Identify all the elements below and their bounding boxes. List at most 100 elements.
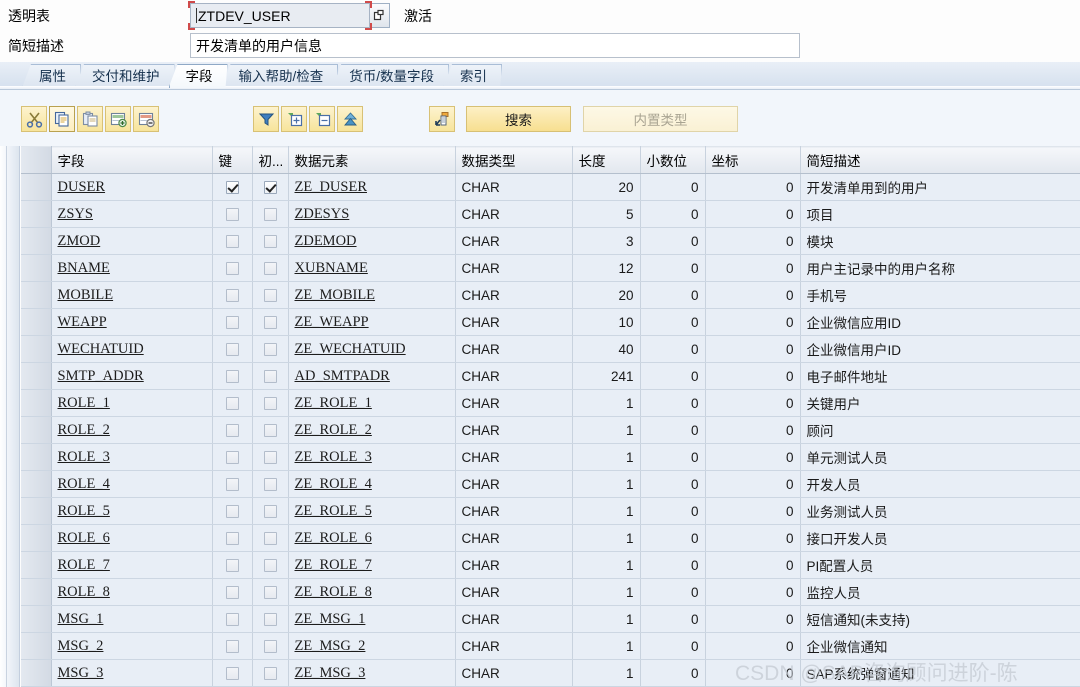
field-name-link[interactable]: ZSYS (58, 206, 93, 222)
cell-field[interactable]: MSG_2 (51, 632, 213, 660)
table-row[interactable]: ROLE_3 ZE_ROLE_3 CHAR 1 0 0 单元测试人员 (21, 443, 1080, 471)
cell-key[interactable] (212, 551, 253, 579)
cell-field[interactable]: ROLE_8 (51, 578, 213, 606)
field-name-link[interactable]: BNAME (58, 260, 110, 276)
cell-field[interactable]: MSG_3 (51, 659, 213, 687)
table-name-input[interactable]: ZTDEV_USER (188, 1, 372, 30)
cell-key[interactable] (212, 578, 253, 606)
column-header-field[interactable]: 字段 (51, 146, 213, 174)
row-selector-cell[interactable] (21, 362, 52, 390)
cell-field[interactable]: BNAME (51, 254, 213, 282)
table-row[interactable]: ROLE_5 ZE_ROLE_5 CHAR 1 0 0 业务测试人员 (21, 497, 1080, 525)
cell-dataelement[interactable]: ZE_MSG_1 (288, 605, 456, 633)
initial-value-checkbox[interactable] (263, 424, 277, 438)
cell-init[interactable] (252, 497, 289, 525)
row-selector-cell[interactable] (21, 416, 52, 444)
cell-key[interactable] (212, 362, 253, 390)
data-element-link[interactable]: XUBNAME (295, 260, 368, 276)
field-name-link[interactable]: MSG_1 (58, 611, 104, 627)
row-selector-cell[interactable] (21, 470, 52, 498)
cell-field[interactable]: ROLE_5 (51, 497, 213, 525)
append-structure-button[interactable] (429, 106, 455, 132)
key-checkbox[interactable] (225, 532, 239, 546)
tab-currency-quantity-fields[interactable]: 货币/数量字段 (332, 64, 449, 88)
initial-value-checkbox[interactable] (263, 235, 277, 249)
row-selector-cell[interactable] (21, 443, 52, 471)
cell-dataelement[interactable]: XUBNAME (288, 254, 456, 282)
cell-field[interactable]: ROLE_2 (51, 416, 213, 444)
initial-value-checkbox[interactable] (263, 478, 277, 492)
initial-value-checkbox[interactable] (263, 316, 277, 330)
key-checkbox[interactable] (225, 505, 239, 519)
data-element-link[interactable]: ZE_ROLE_8 (295, 584, 372, 600)
column-header-coord[interactable]: 坐标 (705, 146, 801, 174)
initial-value-checkbox[interactable] (263, 262, 277, 276)
cell-description[interactable]: 企业微信应用ID (800, 308, 1080, 336)
cell-key[interactable] (212, 632, 253, 660)
cell-init[interactable] (252, 659, 289, 687)
initial-value-checkbox[interactable] (263, 397, 277, 411)
cell-description[interactable]: 开发清单用到的用户 (800, 173, 1080, 201)
delete-row-button[interactable] (133, 106, 159, 132)
field-name-link[interactable]: MSG_2 (58, 638, 104, 654)
cell-key[interactable] (212, 470, 253, 498)
row-selector-cell[interactable] (21, 605, 52, 633)
cell-field[interactable]: ROLE_7 (51, 551, 213, 579)
cell-description[interactable]: 监控人员 (800, 578, 1080, 606)
initial-value-checkbox[interactable] (263, 640, 277, 654)
key-checkbox[interactable] (225, 208, 239, 222)
cell-key[interactable] (212, 200, 253, 228)
collapse-include-button[interactable] (309, 106, 335, 132)
row-selector-cell[interactable] (21, 524, 52, 552)
cell-field[interactable]: SMTP_ADDR (51, 362, 213, 390)
initial-value-checkbox[interactable] (263, 505, 277, 519)
key-checkbox[interactable] (225, 370, 239, 384)
cell-dataelement[interactable]: ZE_DUSER (288, 173, 456, 201)
cell-init[interactable] (252, 308, 289, 336)
cell-dataelement[interactable]: ZE_WECHATUID (288, 335, 456, 363)
cell-description[interactable]: 模块 (800, 227, 1080, 255)
row-selector-cell[interactable] (21, 497, 52, 525)
cell-init[interactable] (252, 389, 289, 417)
table-row[interactable]: ROLE_1 ZE_ROLE_1 CHAR 1 0 0 关键用户 (21, 389, 1080, 417)
column-header-key[interactable]: 键 (212, 146, 253, 174)
cell-key[interactable] (212, 659, 253, 687)
cell-key[interactable] (212, 254, 253, 282)
cell-key[interactable] (212, 335, 253, 363)
column-header-length[interactable]: 长度 (572, 146, 641, 174)
cell-description[interactable]: 单元测试人员 (800, 443, 1080, 471)
table-row[interactable]: MOBILE ZE_MOBILE CHAR 20 0 0 手机号 (21, 281, 1080, 309)
field-name-link[interactable]: DUSER (58, 179, 106, 195)
cell-description[interactable]: 关键用户 (800, 389, 1080, 417)
tab-indexes[interactable]: 索引 (443, 64, 502, 88)
key-checkbox[interactable] (225, 478, 239, 492)
row-selector-cell[interactable] (21, 227, 52, 255)
data-element-link[interactable]: ZE_MSG_1 (295, 611, 366, 627)
cell-field[interactable]: DUSER (51, 173, 213, 201)
key-checkbox[interactable] (225, 235, 239, 249)
cell-description[interactable]: 业务测试人员 (800, 497, 1080, 525)
key-checkbox[interactable] (225, 667, 239, 681)
cell-init[interactable] (252, 227, 289, 255)
column-header-decimals[interactable]: 小数位 (640, 146, 706, 174)
field-name-link[interactable]: ROLE_3 (58, 449, 110, 465)
cell-field[interactable]: WECHATUID (51, 335, 213, 363)
field-name-link[interactable]: ROLE_1 (58, 395, 110, 411)
column-header-datatype[interactable]: 数据类型 (455, 146, 573, 174)
key-checkbox[interactable] (225, 559, 239, 573)
key-checkbox[interactable] (225, 397, 239, 411)
cell-dataelement[interactable]: ZE_MOBILE (288, 281, 456, 309)
initial-value-checkbox[interactable] (263, 613, 277, 627)
initial-value-checkbox[interactable] (263, 451, 277, 465)
value-help-button[interactable] (369, 3, 390, 28)
cell-dataelement[interactable]: ZE_ROLE_1 (288, 389, 456, 417)
field-name-link[interactable]: ZMOD (58, 233, 101, 249)
key-checkbox[interactable] (225, 586, 239, 600)
data-element-link[interactable]: ZE_WEAPP (295, 314, 369, 330)
cell-field[interactable]: MOBILE (51, 281, 213, 309)
search-button[interactable]: 搜索 (466, 106, 571, 132)
cell-description[interactable]: 短信通知(未支持) (800, 605, 1080, 633)
key-checkbox[interactable] (225, 262, 239, 276)
cell-dataelement[interactable]: ZE_ROLE_4 (288, 470, 456, 498)
field-name-link[interactable]: ROLE_7 (58, 557, 110, 573)
